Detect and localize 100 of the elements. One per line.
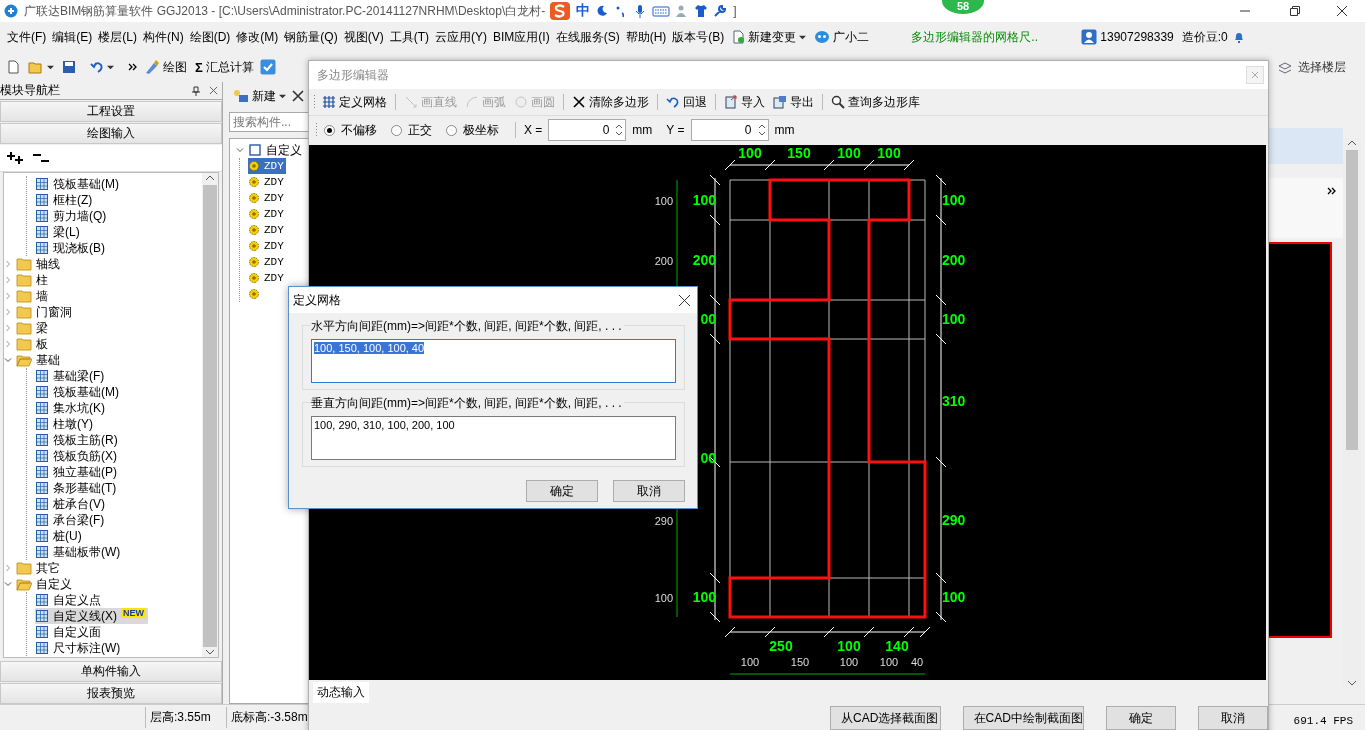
tree-item[interactable]: 轴线: [4, 256, 62, 272]
menu-item[interactable]: 云应用(Y): [432, 26, 490, 48]
tree-item[interactable]: 自定义线(X) NEW: [35, 608, 148, 624]
menu-item[interactable]: 构件(N): [140, 26, 187, 48]
tree-item[interactable]: ZDY: [248, 158, 286, 174]
tree-item[interactable]: 自定义: [4, 576, 74, 592]
tree-item[interactable]: 条形基础(T): [35, 480, 119, 496]
tool-button[interactable]: 回退: [664, 92, 709, 112]
tree-item[interactable]: 柱: [4, 272, 50, 288]
search-field[interactable]: 搜索构件...: [229, 112, 309, 132]
menu-item[interactable]: 帮助(H): [622, 26, 670, 48]
tree-item[interactable]: 墙: [4, 288, 50, 304]
tree-item[interactable]: 自定义点: [35, 592, 103, 608]
open-button[interactable]: [26, 59, 56, 75]
tree-item[interactable]: 板: [4, 336, 50, 352]
beans-label[interactable]: 造价豆:0: [1177, 26, 1232, 48]
close-button[interactable]: [678, 293, 691, 307]
tree-item[interactable]: 柱墩(Y): [35, 416, 95, 432]
tree-item[interactable]: 集水坑(K): [35, 400, 107, 416]
menu-item[interactable]: 钢筋量(Q): [281, 26, 341, 48]
dialog-button[interactable]: 确定: [1106, 706, 1176, 730]
tree-item[interactable]: ZDY: [248, 222, 286, 238]
menu-item[interactable]: 修改(M): [233, 26, 282, 48]
dynamic-input-tab[interactable]: 动态输入: [313, 682, 369, 703]
draw-button[interactable]: 绘图: [142, 57, 189, 77]
tree-item[interactable]: 基础板带(W): [35, 544, 123, 560]
tree-item[interactable]: 门窗洞: [4, 304, 74, 320]
tree-item[interactable]: 筏板主筋(R): [35, 432, 120, 448]
tree-item[interactable]: 桩承台(V): [35, 496, 107, 512]
tree-item[interactable]: ZDY: [248, 270, 286, 286]
menu-item[interactable]: BIM应用(I): [490, 26, 553, 48]
tree-item[interactable]: 现浇板(B): [35, 240, 107, 256]
tree-item[interactable]: ZDY: [248, 238, 286, 254]
new-component-button[interactable]: 新建: [231, 86, 288, 106]
tree-item[interactable]: 框柱(Z): [35, 192, 95, 208]
tree-item[interactable]: 其它: [4, 560, 62, 576]
tree-item[interactable]: ZDY: [248, 206, 286, 222]
menu-item[interactable]: 版本号(B): [669, 26, 728, 48]
tree-item[interactable]: 基础梁(F): [35, 368, 107, 384]
menu-item[interactable]: 编辑(E): [49, 26, 96, 48]
tree-item[interactable]: ZDY: [248, 190, 286, 206]
tree-item[interactable]: 剪力墙(Q): [35, 208, 109, 224]
menu-item[interactable]: 楼层(L): [95, 26, 140, 48]
tool-button[interactable]: 定义网格: [320, 92, 389, 112]
number-field[interactable]: 0: [548, 119, 627, 141]
tree-item[interactable]: 梁(L): [35, 224, 82, 240]
menu-item[interactable]: 工具(T): [386, 26, 432, 48]
dialog-button[interactable]: 确定: [526, 480, 598, 502]
polygon-outline[interactable]: [728, 178, 927, 619]
menu-item[interactable]: 在线服务(S): [552, 26, 623, 48]
tree-item[interactable]: 桩(U): [35, 528, 84, 544]
tree-item[interactable]: [248, 286, 262, 302]
tool-button[interactable]: 清除多边形: [570, 92, 651, 112]
dialog-button[interactable]: 取消: [613, 480, 685, 502]
number-field[interactable]: 0: [690, 119, 769, 141]
section-button[interactable]: 绘图输入: [0, 123, 222, 144]
scrollbar[interactable]: [202, 173, 218, 657]
menu-item[interactable]: 绘图(D): [186, 26, 234, 48]
tool-button[interactable]: 查询多边形库: [829, 92, 922, 112]
undo-button[interactable]: [88, 59, 116, 75]
tree-item[interactable]: 自定义: [236, 142, 304, 158]
sum-button[interactable]: Σ 汇总计算: [193, 57, 256, 77]
dialog-button[interactable]: 从CAD选择截面图: [830, 706, 941, 730]
radio-label[interactable]: 极坐标: [463, 121, 499, 139]
tool-button[interactable]: 导入: [722, 92, 767, 112]
account-button[interactable]: 13907298339: [1077, 27, 1178, 47]
radio-button[interactable]: [446, 124, 457, 136]
tree-item[interactable]: 筏板负筋(X): [35, 448, 119, 464]
tree-item[interactable]: 筏板基础(M): [35, 176, 121, 192]
floor-select-button[interactable]: 选择楼层: [1272, 58, 1352, 77]
ime-mode[interactable]: 中: [576, 2, 591, 20]
tree-item[interactable]: ZDY: [248, 174, 286, 190]
dialog-button[interactable]: 在CAD中绘制截面图: [962, 706, 1084, 730]
tree-item[interactable]: 自定义面: [35, 624, 103, 640]
tree-item[interactable]: 承台梁(F): [35, 512, 107, 528]
tree-item[interactable]: 筏板基础(M): [35, 384, 121, 400]
tree-item[interactable]: 独立基础(P): [35, 464, 119, 480]
save-button[interactable]: [60, 59, 78, 75]
tree-item[interactable]: 尺寸标注(W): [35, 640, 123, 656]
tree-item[interactable]: 梁: [4, 320, 50, 336]
section-button[interactable]: 报表预览: [0, 683, 222, 704]
radio-button[interactable]: [391, 124, 402, 136]
window-title: 广联达BIM钢筋算量软件 GGJ2013 - [C:\Users\Administrator.PC-20141127NRHM\Desktop\白龙村-: [24, 2, 546, 20]
input-field[interactable]: 100, 150, 100, 100, 40: [311, 339, 676, 383]
tool-button[interactable]: 导出: [771, 92, 816, 112]
menu-item[interactable]: 视图(V): [340, 26, 387, 48]
section-button[interactable]: 单构件输入: [0, 661, 222, 682]
radio-label[interactable]: 正交: [408, 121, 432, 139]
dialog-button[interactable]: 取消: [1198, 706, 1268, 730]
section-button[interactable]: 工程设置: [0, 101, 222, 122]
assistant-button[interactable]: 广小二: [810, 26, 874, 48]
new-change-button[interactable]: 新建变更: [727, 26, 811, 48]
tree-item[interactable]: 基础: [4, 352, 62, 368]
marquee-text[interactable]: 多边形编辑器的网格尺..: [911, 28, 1078, 46]
input-field[interactable]: 100, 290, 310, 100, 200, 100: [311, 416, 676, 460]
radio-label[interactable]: 不偏移: [341, 121, 377, 139]
tree-item[interactable]: ZDY: [248, 254, 286, 270]
status-text: 层高:3.55m: [145, 707, 226, 728]
menu-item[interactable]: 文件(F): [4, 26, 50, 48]
radio-button[interactable]: [324, 124, 335, 136]
